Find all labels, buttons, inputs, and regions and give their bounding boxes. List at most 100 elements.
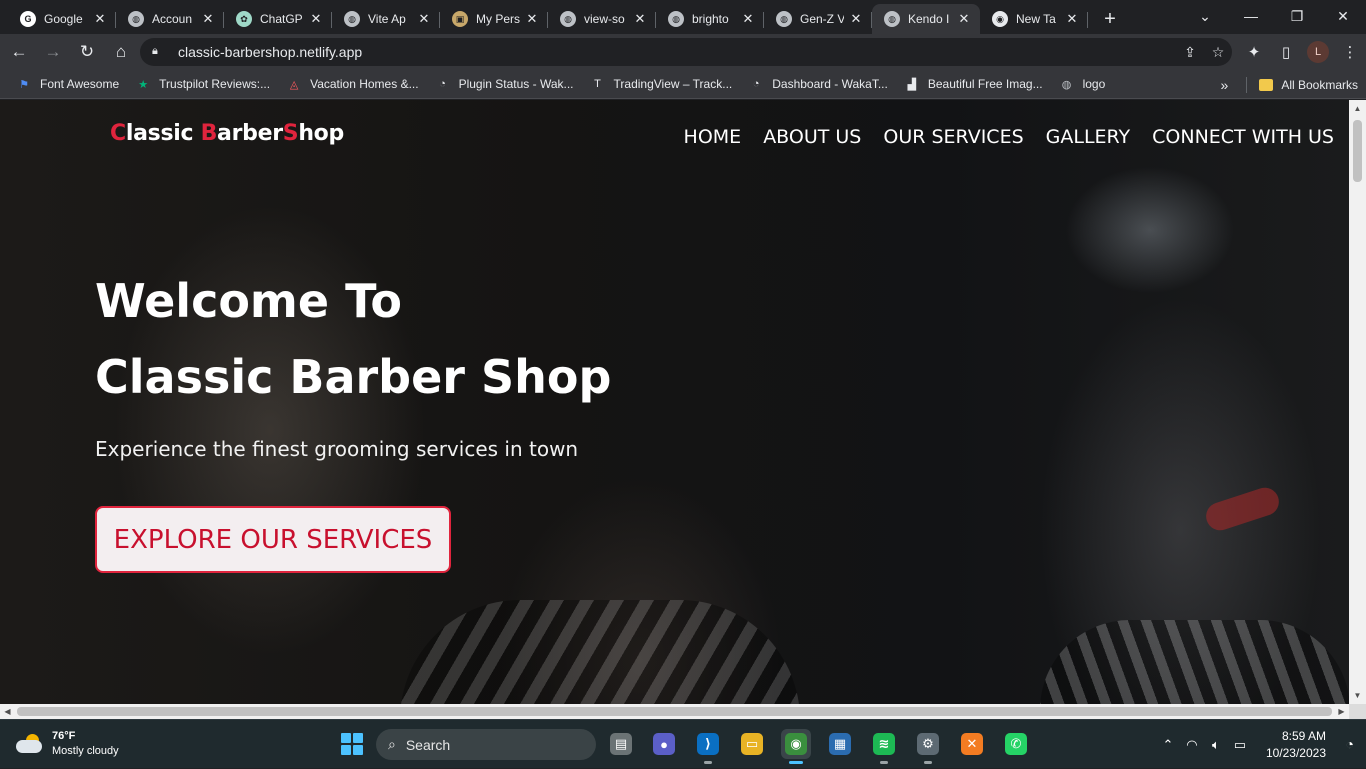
scroll-down-arrow-icon[interactable]: ▼	[1349, 687, 1366, 704]
globe-icon: ◍	[776, 11, 792, 27]
more-bookmarks-chevron[interactable]: »	[1221, 77, 1229, 93]
bookmark-item[interactable]: ◔ Plugin Status - Wak...	[427, 71, 582, 97]
browser-tab[interactable]: ◍ Vite Ap ✕	[332, 4, 440, 34]
browser-tab[interactable]: ▣ My Pers ✕	[440, 4, 548, 34]
store-icon[interactable]: ▦	[825, 729, 855, 759]
windows-start-icon[interactable]	[341, 733, 363, 755]
close-tab-icon[interactable]: ✕	[308, 11, 324, 27]
vertical-scroll-thumb[interactable]	[1353, 120, 1362, 182]
close-tab-icon[interactable]: ✕	[1064, 11, 1080, 27]
bookmark-item[interactable]: ★ Trustpilot Reviews:...	[127, 71, 278, 97]
back-button[interactable]: ←	[4, 37, 34, 67]
bookmark-item[interactable]: ◬ Vacation Homes &...	[278, 71, 427, 97]
wakatime-icon: ◔	[439, 78, 446, 90]
close-tab-icon[interactable]: ✕	[848, 11, 864, 27]
chrome-icon[interactable]: ◉	[781, 729, 811, 764]
horizontal-scrollbar[interactable]: ◀ ▶	[0, 704, 1349, 719]
bookmark-item[interactable]: T TradingView – Track...	[582, 71, 741, 97]
browser-tab[interactable]: ✿ ChatGP ✕	[224, 4, 332, 34]
reload-button[interactable]: ↻	[72, 37, 102, 67]
close-tab-icon[interactable]: ✕	[416, 11, 432, 27]
forward-button[interactable]: →	[38, 37, 68, 67]
site-navbar: Classic BarberShop HOME ABOUT US OUR SERVI…	[0, 100, 1349, 175]
tab-list: G Google ✕ ◍ Accoun ✕ ✿ ChatGP ✕ ◍ Vite Ap ✕ ▣ My Per…	[0, 0, 1088, 34]
close-tab-icon[interactable]: ✕	[200, 11, 216, 27]
browser-tab[interactable]: ◍ view-so ✕	[548, 4, 656, 34]
bookmark-item[interactable]: ⚑ Font Awesome	[8, 71, 127, 97]
bookmark-item[interactable]: ◍ logo	[1051, 71, 1114, 97]
side-panel-icon[interactable]: ▯	[1270, 37, 1302, 67]
close-tab-icon[interactable]: ✕	[740, 11, 756, 27]
vertical-scrollbar[interactable]: ▲ ▼	[1349, 100, 1366, 704]
barber-cape-decoration-right	[1040, 620, 1349, 704]
new-tab-button[interactable]: +	[1094, 4, 1126, 34]
menu-kebab-icon[interactable]: ⋮	[1334, 37, 1366, 67]
extensions-icon[interactable]: ✦	[1238, 37, 1270, 67]
system-clock[interactable]: 8:59 AM 10/23/2023	[1266, 728, 1326, 762]
bookmark-label: Beautiful Free Imag...	[927, 77, 1043, 91]
settings-icon[interactable]: ⚙	[913, 729, 943, 764]
explore-services-button[interactable]: EXPLORE OUR SERVICES	[95, 506, 451, 573]
close-window-button[interactable]: ✕	[1320, 0, 1366, 32]
all-bookmarks-link[interactable]: All Bookmarks	[1281, 78, 1358, 92]
lock-icon[interactable]: 🔒︎	[152, 45, 166, 59]
nav-link-connect-with-us[interactable]: CONNECT WITH US	[1152, 126, 1334, 148]
taskbar-search-box[interactable]: ⌕ Search	[376, 729, 596, 760]
spotify-icon[interactable]: ≋	[869, 729, 899, 764]
globe-icon: ◍	[128, 11, 144, 27]
nav-link-gallery[interactable]: GALLERY	[1046, 126, 1131, 148]
bookmark-item[interactable]: ◔ Dashboard - WakaT...	[740, 71, 896, 97]
scroll-right-arrow-icon[interactable]: ▶	[1334, 704, 1349, 719]
close-tab-icon[interactable]: ✕	[956, 11, 972, 27]
share-icon[interactable]: ⇪	[1176, 38, 1204, 66]
running-indicator	[924, 761, 932, 764]
site-logo[interactable]: Classic BarberShop	[110, 121, 344, 146]
folder-icon[interactable]: ▭	[737, 729, 767, 759]
meet-icon[interactable]: ●	[649, 729, 679, 759]
bookmark-list: ⚑ Font Awesome ★ Trustpilot Reviews:... ◬ Vac…	[8, 71, 1113, 97]
wifi-icon[interactable]: ◠	[1180, 737, 1204, 753]
volume-icon[interactable]: 🔈︎	[1204, 737, 1228, 753]
battery-icon[interactable]: ▭	[1228, 737, 1252, 753]
close-tab-icon[interactable]: ✕	[632, 11, 648, 27]
tab-search-chevron-icon[interactable]: ⌄	[1182, 0, 1228, 32]
tab-title: Vite Ap	[368, 12, 406, 26]
minimize-button[interactable]: —	[1228, 0, 1274, 32]
xampp-icon[interactable]: ✕	[957, 729, 987, 759]
bookmark-star-icon[interactable]: ☆	[1204, 38, 1232, 66]
scroll-up-arrow-icon[interactable]: ▲	[1349, 100, 1366, 117]
whatsapp-icon[interactable]: ✆	[1001, 729, 1031, 759]
app-glyph: ●	[653, 733, 675, 755]
file-explorer-icon[interactable]: ▤	[606, 729, 636, 759]
notification-bell-icon[interactable]: ◔	[1346, 736, 1354, 752]
running-indicator	[789, 761, 803, 764]
close-tab-icon[interactable]: ✕	[524, 11, 540, 27]
chevron-up-icon[interactable]: ⌃	[1156, 737, 1180, 753]
browser-tab[interactable]: G Google ✕	[8, 4, 116, 34]
browser-tab[interactable]: ◉ New Ta ✕	[980, 4, 1088, 34]
tab-title: My Pers	[476, 12, 520, 26]
browser-toolbar: ← → ↻ ⌂ 🔒︎ classic-barbershop.netlify.ap…	[0, 34, 1366, 70]
address-bar[interactable]: 🔒︎ classic-barbershop.netlify.app ⇪ ☆	[140, 38, 1232, 66]
browser-tab[interactable]: ◍ brighto ✕	[656, 4, 764, 34]
scroll-left-arrow-icon[interactable]: ◀	[0, 704, 15, 719]
bookmark-item[interactable]: ▟ Beautiful Free Imag...	[896, 71, 1051, 97]
tradingview-icon: T	[594, 78, 601, 90]
weather-widget[interactable]: 76°F Mostly cloudy	[14, 729, 119, 759]
horizontal-scroll-thumb[interactable]	[17, 707, 1332, 716]
hero-headline-line1: Welcome To	[95, 274, 402, 328]
nav-link-our-services[interactable]: OUR SERVICES	[883, 126, 1023, 148]
nav-link-home[interactable]: HOME	[684, 126, 742, 148]
profile-button[interactable]: L	[1302, 37, 1334, 67]
home-button[interactable]: ⌂	[106, 37, 136, 67]
browser-tab[interactable]: ◍ Kendo I ✕	[872, 4, 980, 34]
tab-title: view-so	[584, 12, 625, 26]
maximize-button[interactable]: ❐	[1274, 0, 1320, 32]
vscode-icon[interactable]: ⟩	[693, 729, 723, 764]
close-tab-icon[interactable]: ✕	[92, 11, 108, 27]
nav-link-about-us[interactable]: ABOUT US	[763, 126, 861, 148]
bookmark-label: logo	[1082, 77, 1106, 91]
browser-tab[interactable]: ◍ Accoun ✕	[116, 4, 224, 34]
browser-tab[interactable]: ◍ Gen-Z V ✕	[764, 4, 872, 34]
url-text[interactable]: classic-barbershop.netlify.app	[178, 44, 1176, 60]
